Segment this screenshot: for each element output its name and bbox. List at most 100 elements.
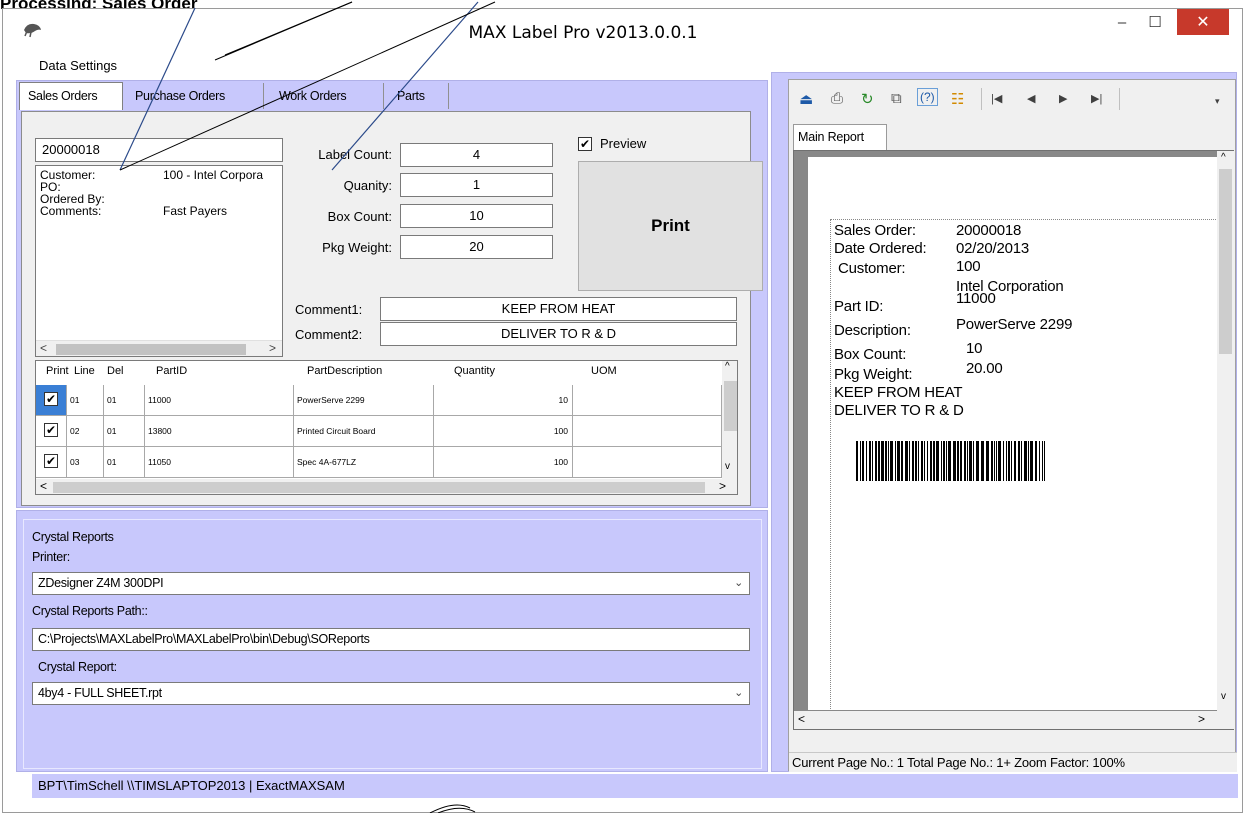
group-tree-icon[interactable]: ☷ [951,90,964,108]
quantity-input[interactable]: 1 [400,173,553,197]
report-customer-id: 100 [956,258,981,275]
column-header[interactable]: PartID [156,365,187,377]
barcode-bar [1044,441,1045,481]
report-horizontal-scrollbar[interactable]: < > [794,711,1234,729]
part-id-cell: 13800 [145,416,294,447]
last-page-icon[interactable]: ▶| [1091,92,1102,105]
print-checkbox[interactable]: ✔ [44,423,58,437]
barcode-bar [960,441,962,481]
column-header[interactable]: Del [107,365,124,377]
refresh-icon[interactable]: ↻ [861,90,874,108]
barcode-bar [936,441,939,481]
del-cell: 01 [104,447,145,478]
scroll-up-icon[interactable]: ^ [1221,152,1226,163]
print-cell[interactable]: ✔ [36,416,67,447]
box-count-input[interactable]: 10 [400,204,553,228]
next-page-icon[interactable]: ▶ [1059,92,1067,105]
previous-page-icon[interactable]: ◀ [1027,92,1035,105]
pkg-weight-input[interactable]: 20 [400,235,553,259]
preview-label: Preview [600,136,647,151]
print-cell[interactable]: ✔ [36,447,67,478]
scroll-left-icon[interactable]: < [40,341,47,355]
barcode-bar [1042,441,1043,481]
scroll-down-icon[interactable]: v [725,461,730,472]
column-header[interactable]: UOM [591,365,617,377]
customer-value: 100 - Intel Corpora [163,168,264,182]
scroll-down-icon[interactable]: v [1221,691,1226,702]
scroll-thumb[interactable] [1219,169,1232,354]
grid-horizontal-scrollbar[interactable]: < > [36,479,737,494]
sales-orders-page: 20000018 Customer: 100 - Intel Corpora P… [21,111,763,506]
reports-path-input[interactable]: C:\Projects\MAXLabelPro\MAXLabelPro\bin\… [32,628,750,651]
tab-sales-orders[interactable]: Sales Orders [19,82,123,110]
scroll-thumb[interactable] [724,381,737,431]
label-count-input[interactable]: 4 [400,143,553,167]
grid-vertical-scrollbar[interactable]: ^ v [722,361,737,479]
barcode-bar [1030,441,1033,481]
sales-order-number-input[interactable]: 20000018 [35,138,283,162]
del-cell: 01 [104,416,145,447]
printer-select[interactable]: ZDesigner Z4M 300DPI ⌄ [32,572,750,595]
copy-icon[interactable]: ⧉ [891,90,902,107]
order-lines-grid[interactable]: Print Line Del PartID PartDescription Qu… [35,360,738,495]
barcode-bar [991,441,993,481]
scroll-thumb[interactable] [56,344,246,355]
print-button[interactable]: Print [578,161,763,291]
report-canvas[interactable]: Sales Order: 20000018 Date Ordered: 02/2… [793,150,1234,730]
barcode-bar [921,441,923,481]
scroll-right-icon[interactable]: > [719,479,726,493]
comment2-input[interactable]: DELIVER TO R & D [380,322,737,346]
column-header[interactable]: PartDescription [307,365,382,377]
tab-main-report[interactable]: Main Report [793,124,887,150]
scroll-left-icon[interactable]: < [798,712,805,726]
toolbar-overflow-icon[interactable]: ▾ [1215,96,1220,107]
maximize-button[interactable]: ☐ [1140,9,1170,35]
title-bar[interactable]: MAX Label Pro v2013.0.0.1 – ☐ ✕ [3,9,1242,53]
preview-checkbox[interactable]: ✔ [578,137,592,151]
tab-parts[interactable]: Parts [389,83,449,109]
close-button[interactable]: ✕ [1177,9,1229,35]
minimize-button[interactable]: – [1108,9,1136,35]
help-icon[interactable]: (?) [917,88,938,106]
chevron-down-icon[interactable]: ⌄ [734,686,743,699]
order-panel: Sales Orders Purchase Orders Work Orders… [16,80,768,508]
scroll-right-icon[interactable]: > [269,341,276,355]
scroll-left-icon[interactable]: < [40,479,47,493]
column-header[interactable]: Quantity [454,365,495,377]
barcode-bar [856,441,858,481]
table-row[interactable]: ✔ 03 01 11050 Spec 4A-677LZ 100 [36,447,722,478]
print-checkbox[interactable]: ✔ [44,392,58,406]
barcode-bar [1014,441,1016,481]
column-header[interactable]: Print [46,365,69,377]
menu-data-settings[interactable]: Data Settings [39,58,117,73]
comment1-input[interactable]: KEEP FROM HEAT [380,297,737,321]
order-info-box[interactable]: Customer: 100 - Intel Corpora PO: Ordere… [35,165,283,357]
column-header[interactable]: Line [74,365,95,377]
barcode-bar [860,441,861,481]
viewer-toolbar: ⏏ ⎙ ↻ ⧉ (?) ☷ |◀ ◀ ▶ ▶| ▾ [789,80,1235,115]
crystal-report-select[interactable]: 4by4 - FULL SHEET.rpt ⌄ [32,682,750,705]
comment2-label: Comment2: [295,327,363,342]
tab-work-orders[interactable]: Work Orders [271,83,384,109]
barcode-bar [872,441,873,481]
description-cell: PowerServe 2299 [294,385,434,416]
print-cell[interactable]: ✔ [36,385,67,416]
barcode-bar [933,441,935,481]
print-checkbox[interactable]: ✔ [44,454,58,468]
table-row[interactable]: ✔ 02 01 13800 Printed Circuit Board 100 [36,416,722,447]
first-page-icon[interactable]: |◀ [991,92,1002,105]
scroll-right-icon[interactable]: > [1198,712,1205,726]
info-horizontal-scrollbar[interactable]: < > [36,340,282,356]
table-row[interactable]: ✔ 01 01 11000 PowerServe 2299 10 [36,385,722,416]
barcode-bar [897,441,900,481]
printer-icon[interactable]: ⎙ [831,90,843,107]
export-icon[interactable]: ⏏ [799,90,813,108]
uom-cell [573,416,722,447]
report-vertical-scrollbar[interactable]: ^ v [1217,151,1234,711]
barcode-bar [895,441,896,481]
scroll-up-icon[interactable]: ^ [725,361,730,372]
scroll-thumb[interactable] [53,482,705,493]
chevron-down-icon[interactable]: ⌄ [734,576,743,589]
tab-purchase-orders[interactable]: Purchase Orders [127,83,264,109]
report-sales-order: 20000018 [956,222,1022,239]
